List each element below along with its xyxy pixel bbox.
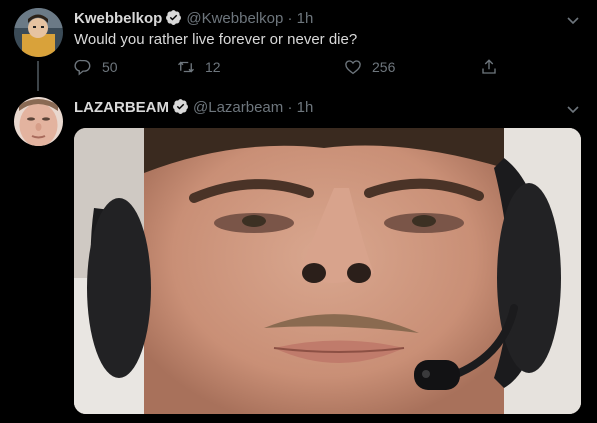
- reply-icon: [74, 59, 91, 76]
- tweet-photo[interactable]: [74, 128, 581, 414]
- tweet-header: Kwebbelkop @Kwebbelkop · 1h: [74, 9, 313, 30]
- share-button[interactable]: [480, 58, 508, 76]
- avatar[interactable]: [14, 8, 63, 57]
- share-icon: [482, 59, 496, 74]
- tweet-text: Would you rather live forever or never d…: [74, 31, 358, 48]
- tweet-kwebbelkop[interactable]: Kwebbelkop @Kwebbelkop · 1h Would you rat…: [0, 0, 597, 91]
- tweet-lazarbeam[interactable]: LAZARBEAM @Lazarbeam · 1h: [0, 90, 597, 423]
- verified-badge-icon: [165, 9, 182, 30]
- retweet-icon: [178, 61, 194, 73]
- timestamp[interactable]: 1h: [297, 10, 314, 27]
- display-name[interactable]: Kwebbelkop: [74, 10, 162, 27]
- like-count: 256: [372, 59, 396, 75]
- timestamp[interactable]: 1h: [297, 99, 314, 116]
- like-button[interactable]: 256: [344, 58, 395, 76]
- reply-count: 50: [102, 59, 118, 75]
- handle[interactable]: @Kwebbelkop: [186, 10, 283, 27]
- display-name[interactable]: LAZARBEAM: [74, 99, 169, 116]
- chevron-down-icon[interactable]: [567, 12, 579, 25]
- retweet-count: 12: [205, 59, 221, 75]
- thread-line: [37, 61, 39, 91]
- retweet-button[interactable]: 12: [177, 58, 221, 76]
- tweet-header: LAZARBEAM @Lazarbeam · 1h: [74, 98, 313, 119]
- separator-dot: ·: [287, 10, 293, 27]
- separator-dot: ·: [287, 99, 293, 116]
- verified-badge-icon: [172, 98, 189, 119]
- reply-button[interactable]: 50: [74, 58, 118, 76]
- handle[interactable]: @Lazarbeam: [193, 99, 283, 116]
- chevron-down-icon[interactable]: [567, 101, 579, 114]
- tweet-actions: 50 12 256: [74, 58, 514, 78]
- like-icon: [345, 60, 361, 75]
- avatar[interactable]: [14, 97, 63, 146]
